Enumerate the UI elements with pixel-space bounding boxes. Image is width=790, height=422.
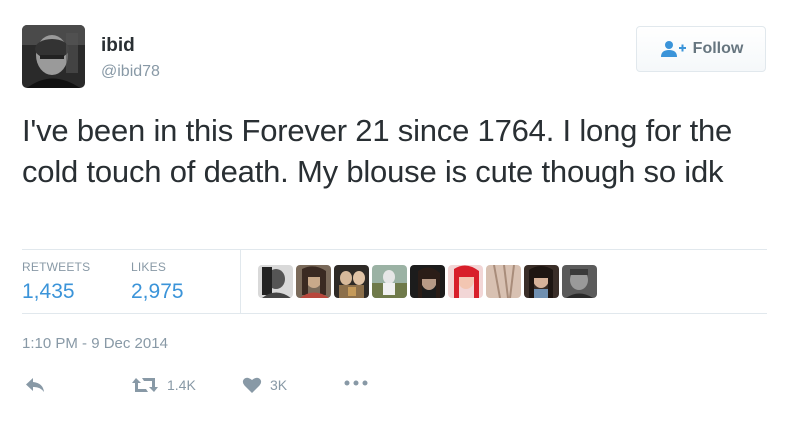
divider <box>22 313 767 314</box>
liker-avatar-4[interactable] <box>372 265 407 298</box>
stats-separator <box>240 250 241 313</box>
likes-count[interactable]: 2,975 <box>131 280 184 304</box>
likes-label: LIKES <box>131 260 167 274</box>
liker-avatar-3[interactable] <box>334 265 369 298</box>
retweets-stat[interactable]: RETWEETS 1,435 <box>22 260 90 304</box>
more-button[interactable] <box>343 378 369 388</box>
retweets-label: RETWEETS <box>22 260 91 274</box>
liker-avatar-5[interactable] <box>410 265 445 298</box>
divider <box>22 249 767 250</box>
liker-avatar-2[interactable] <box>296 265 331 298</box>
liker-avatar-6[interactable] <box>448 265 483 298</box>
reply-icon <box>26 378 44 392</box>
tweet-timestamp[interactable]: 1:10 PM - 9 Dec 2014 <box>22 335 168 352</box>
retweets-count[interactable]: 1,435 <box>22 280 90 304</box>
user-avatar[interactable] <box>22 25 85 88</box>
tweet-card: ibid @ibid78 Follow I've been in this Fo… <box>0 0 790 422</box>
display-name[interactable]: ibid <box>101 35 135 57</box>
heart-icon <box>242 377 262 393</box>
more-icon <box>344 380 368 386</box>
retweet-icon <box>132 378 158 392</box>
tweet-text: I've been in this Forever 21 since 1764.… <box>22 113 733 189</box>
like-count: 3K <box>270 377 288 393</box>
user-handle[interactable]: @ibid78 <box>101 63 160 81</box>
likers-avatars <box>258 265 597 298</box>
avatar-photo-icon <box>22 25 85 88</box>
like-button[interactable]: 3K <box>242 376 287 394</box>
likes-stat[interactable]: LIKES 2,975 <box>131 260 184 304</box>
liker-avatar-8[interactable] <box>524 265 559 298</box>
liker-avatar-9[interactable] <box>562 265 597 298</box>
follow-button-label: Follow <box>692 40 744 57</box>
follow-button[interactable]: Follow <box>636 26 766 72</box>
reply-button[interactable] <box>24 376 46 394</box>
liker-avatar-7[interactable] <box>486 265 521 298</box>
add-user-icon <box>660 41 686 57</box>
liker-avatar-1[interactable] <box>258 265 293 298</box>
retweet-button[interactable]: 1.4K <box>131 376 196 394</box>
retweet-count: 1.4K <box>167 377 196 393</box>
